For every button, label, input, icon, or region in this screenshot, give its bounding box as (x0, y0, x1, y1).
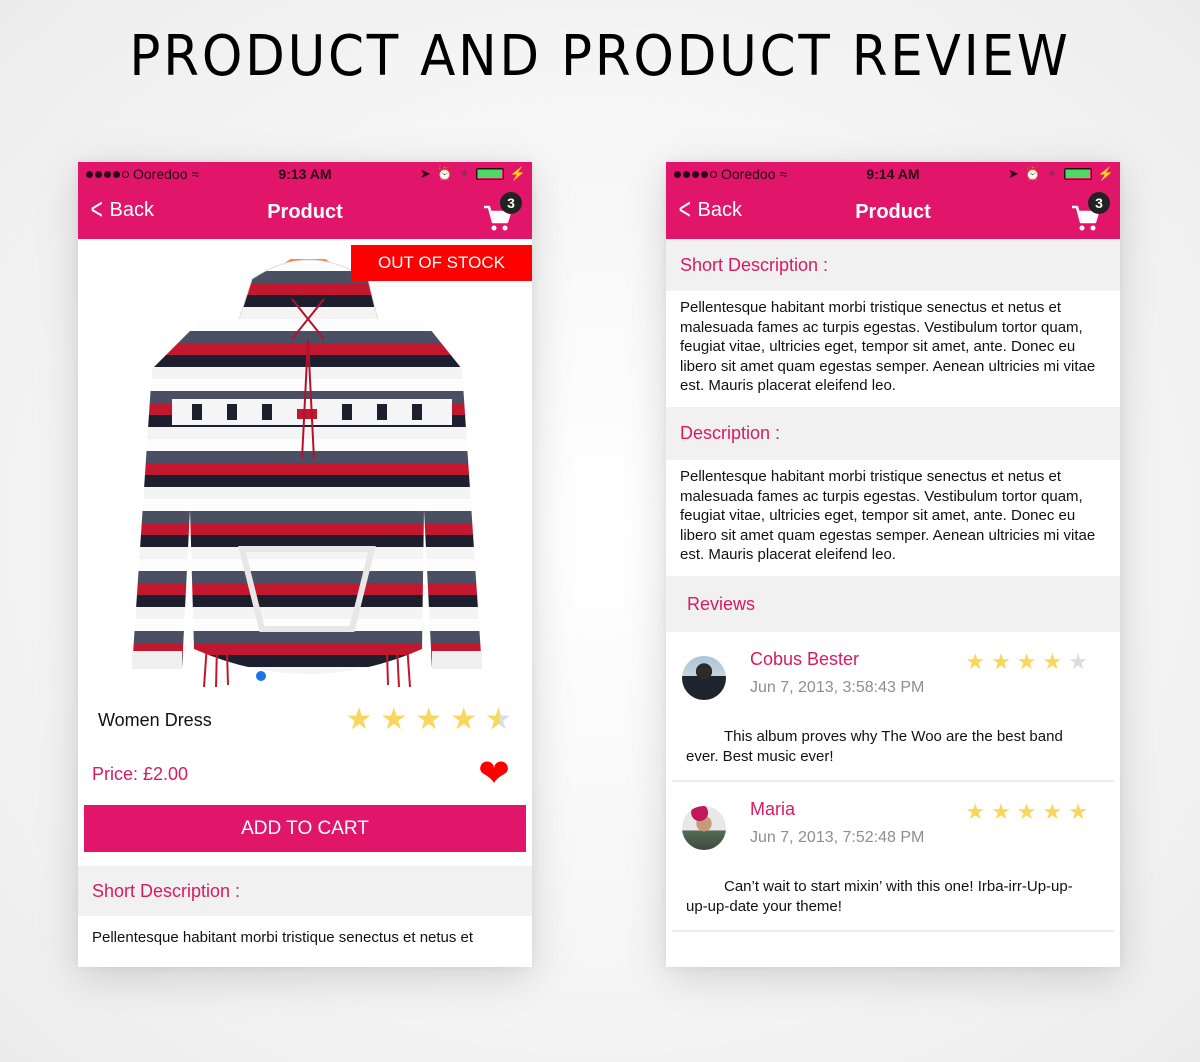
product-price: Price: £2.00 (92, 763, 189, 784)
battery-icon (475, 168, 504, 180)
charging-icon: ⚡ (509, 166, 526, 181)
review-text: This album proves why The Woo are the be… (686, 728, 1063, 765)
out-of-stock-badge: OUT OF STOCK (351, 245, 532, 281)
star-icon: ★ (1016, 649, 1037, 674)
star-icon: ★ (1042, 799, 1063, 824)
section-title: Description : (680, 423, 781, 443)
star-icon: ★ (991, 799, 1011, 824)
chevron-left-icon: < (678, 193, 691, 226)
star-icon: ★ (965, 649, 986, 674)
product-review-screen: Ooredoo ≈ 9:14 AM ➤ ⏰ ✴ ⚡ < Back Product… (666, 162, 1120, 967)
section-title: Short Description : (92, 880, 241, 901)
back-label: Back (697, 198, 742, 221)
status-bar: Ooredoo ≈ 9:13 AM ➤ ⏰ ✴ ⚡ (78, 162, 532, 186)
star-icon: ★ (1042, 649, 1063, 674)
short-description-text: Pellentesque habitant morbi tristique se… (78, 916, 532, 958)
back-button[interactable]: < Back (676, 193, 742, 226)
product-image-carousel[interactable]: OUT OF STOCK (78, 239, 532, 694)
review-text: Can’t wait to start mixin’ with this one… (686, 878, 1073, 915)
add-to-cart-button[interactable]: ADD TO CART (84, 805, 526, 852)
short-description-text: Pellentesque habitant morbi tristique se… (666, 291, 1120, 407)
battery-icon (1063, 168, 1092, 180)
short-description-header: Short Description : (666, 239, 1120, 291)
star-icon: ★ (450, 703, 478, 736)
star-icon: ★ (1016, 799, 1037, 824)
description-text: Pellentesque habitant morbi tristique se… (666, 460, 1120, 576)
back-label: Back (109, 198, 154, 221)
star-icon: ★ (991, 649, 1011, 674)
review-item: Maria Jun 7, 2013, 7:52:48 PM ★ ★ ★ ★ ★ … (672, 782, 1114, 932)
back-button[interactable]: < Back (88, 193, 154, 226)
navigation-bar: < Back Product 3 (666, 186, 1120, 239)
star-icon: ★ (965, 799, 986, 824)
cart-button[interactable]: 3 (480, 192, 522, 232)
star-icon: ★ (1068, 799, 1088, 824)
page-title: PRODUCT AND PRODUCT REVIEW (129, 24, 1071, 89)
alarm-icon: ⏰ (436, 166, 453, 181)
review-date: Jun 7, 2013, 3:58:43 PM (750, 679, 925, 696)
alarm-icon: ⏰ (1024, 166, 1041, 181)
bluetooth-icon: ✴ (1046, 166, 1058, 181)
section-title: Reviews (687, 593, 756, 614)
half-star-icon: ★ (485, 705, 512, 736)
cart-count-badge: 3 (500, 192, 522, 214)
favorite-heart-icon[interactable]: ❤ (478, 755, 510, 793)
short-description-header: Short Description : (78, 866, 532, 916)
star-icon: ★ (415, 703, 443, 736)
cart-count-badge: 3 (1088, 192, 1110, 214)
chevron-left-icon: < (90, 193, 103, 226)
location-icon: ➤ (419, 166, 431, 181)
bluetooth-icon: ✴ (458, 166, 470, 181)
review-date: Jun 7, 2013, 7:52:48 PM (750, 829, 925, 846)
review-item: Cobus Bester Jun 7, 2013, 3:58:43 PM ★ ★… (672, 632, 1114, 782)
reviews-header: Reviews (666, 576, 1120, 632)
review-rating: ★ ★ ★ ★ ★ (965, 651, 1088, 673)
empty-star-icon: ★ (1068, 649, 1088, 674)
location-icon: ➤ (1007, 166, 1019, 181)
reviewer-name: Cobus Bester (750, 649, 860, 669)
section-title: Short Description : (680, 254, 829, 275)
product-screen: Ooredoo ≈ 9:13 AM ➤ ⏰ ✴ ⚡ < Back Product… (78, 162, 532, 967)
sweater-image (132, 259, 482, 688)
status-bar: Ooredoo ≈ 9:14 AM ➤ ⏰ ✴ ⚡ (666, 162, 1120, 186)
reviewer-name: Maria (750, 799, 796, 819)
product-name: Women Dress (98, 709, 212, 730)
charging-icon: ⚡ (1097, 166, 1114, 181)
reviewer-avatar (682, 656, 726, 700)
description-header: Description : (666, 407, 1120, 460)
cart-button[interactable]: 3 (1068, 192, 1110, 232)
product-rating: ★ ★ ★ ★ ★ (345, 703, 512, 736)
reviewer-avatar (682, 806, 726, 850)
star-icon: ★ (345, 703, 373, 736)
review-rating: ★ ★ ★ ★ ★ (965, 801, 1088, 823)
star-icon: ★ (380, 703, 408, 736)
navigation-bar: < Back Product 3 (78, 186, 532, 239)
price-row: Price: £2.00 ❤ (78, 746, 532, 802)
carousel-indicator[interactable] (256, 671, 266, 681)
product-title-row: Women Dress ★ ★ ★ ★ ★ (78, 694, 532, 746)
